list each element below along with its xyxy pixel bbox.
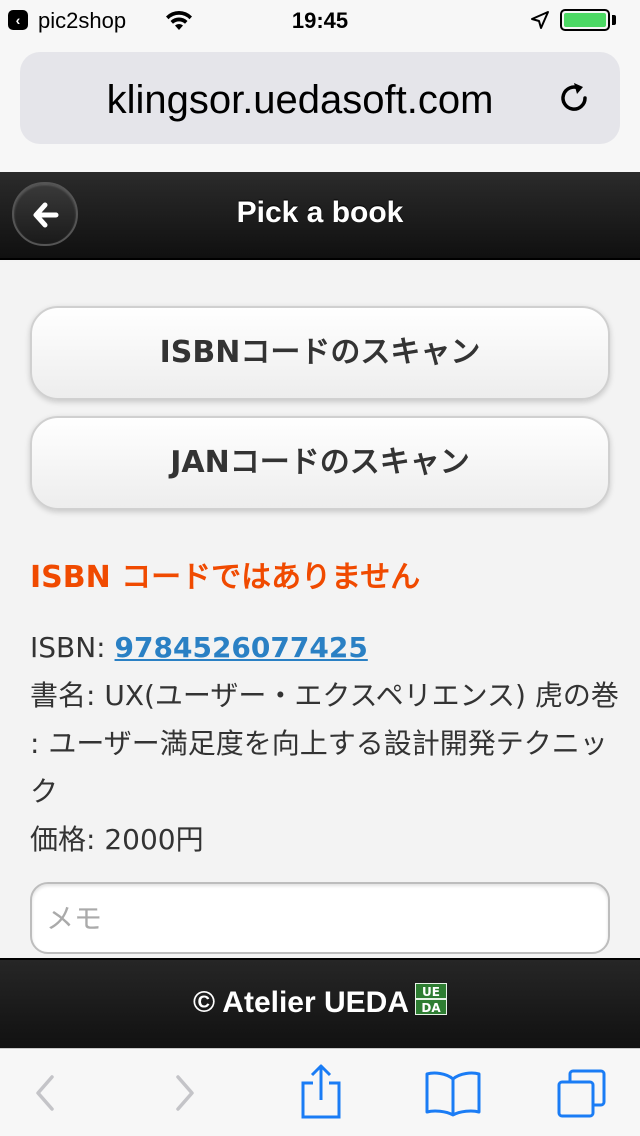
book-title: 書名: UX(ユーザー・エクスペリエンス) 虎の巻 : ユーザー満足度を向上する… [30,679,619,808]
atelier-ueda-logo: UE DA [415,983,448,1015]
svg-text:DA: DA [421,1001,441,1015]
isbn-label: ISBN: [30,631,115,664]
isbn-link[interactable]: 9784526077425 [115,631,368,664]
share-icon[interactable] [298,1063,344,1119]
main-content: ISBNコードのスキャン JANコードのスキャン ISBN コードではありません… [0,262,640,958]
battery-icon [560,9,610,31]
page-title: Pick a book [236,196,404,229]
book-price: 価格: 2000円 [30,823,204,856]
memo-input[interactable] [30,882,610,954]
page-header: Pick a book [0,172,640,260]
url-text[interactable]: klingsor.uedasoft.com [20,78,580,123]
location-arrow-icon [531,11,549,29]
battery-tip [612,15,616,25]
isbn-row: ISBN: 9784526077425 [30,624,620,672]
svg-text:UE: UE [422,985,440,999]
forward-icon[interactable] [170,1071,200,1115]
error-message: ISBN コードではありません [30,560,421,595]
reload-icon[interactable] [556,80,592,116]
scan-isbn-button[interactable]: ISBNコードのスキャン [30,306,610,400]
browser-address-area: klingsor.uedasoft.com [0,40,640,172]
book-info: ISBN: 9784526077425 書名: UX(ユーザー・エクスペリエンス… [30,624,620,864]
bookmarks-icon[interactable] [424,1069,482,1117]
back-icon[interactable] [30,1071,60,1115]
copyright-text: © Atelier UEDA [192,986,410,1019]
browser-toolbar [0,1048,640,1136]
status-bar: ‹ pic2shop 19:45 [0,0,640,40]
scan-jan-button[interactable]: JANコードのスキャン [30,416,610,510]
page-footer: © Atelier UEDA UE DA [0,958,640,1048]
address-bar[interactable]: klingsor.uedasoft.com [20,52,620,144]
tabs-icon[interactable] [556,1067,608,1119]
